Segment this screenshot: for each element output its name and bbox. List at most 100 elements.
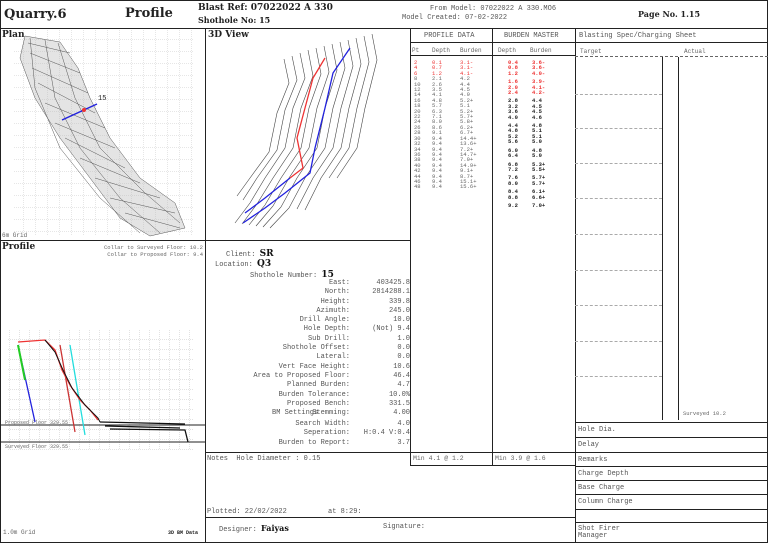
bm-settings-title: BM Settings	[272, 409, 319, 417]
info-field-label: Planned Burden:	[286, 381, 350, 390]
burden-master-min: Min 3.9 @ 1.6	[495, 455, 546, 462]
bm-field: Seperation: H:0.4 V:0.4	[205, 429, 410, 438]
burden-master-row: 5.6 5.0	[508, 139, 545, 145]
notes-text: Hole Diameter : 0.15	[236, 455, 321, 463]
spec-row-label: Hole Dia.	[578, 426, 616, 434]
info-field: Hole Depth: (Not) 9.4	[205, 325, 410, 334]
bm-field-label: Burden to Report:	[278, 438, 350, 447]
plan-grid-label: 6m Grid	[2, 232, 28, 239]
bm-header-burden: Burden	[530, 47, 552, 54]
burden-master-row: 1.2 4.0-	[508, 69, 546, 77]
shothole-fields: East: 403425.8 North: 2814288.1 Height: 339.8…	[205, 279, 410, 418]
bm-burden: 4.0-	[532, 69, 546, 77]
bm-burden: 4.6	[532, 113, 542, 121]
plan-hole-label: 15	[98, 95, 107, 103]
bm-depth: 1.2	[508, 69, 518, 77]
bm-depth: 7.2	[508, 165, 518, 173]
info-field-label: Vert Face Height:	[278, 362, 350, 371]
bm-burden: 5.5+	[532, 165, 546, 173]
burden-master-row: 4.0 4.6	[508, 113, 545, 121]
spec-row-label: Base Charge	[578, 484, 625, 492]
info-field-label: Lateral:	[316, 353, 350, 362]
info-field-value: 0.0	[397, 344, 410, 353]
info-field: Burden Tolerance: 10.0%	[205, 391, 410, 400]
spec-row-blank[interactable]	[575, 509, 768, 522]
bm-burden: 6.6+	[532, 193, 546, 201]
bm-depth: 2.4	[508, 89, 518, 97]
info-field-label: Azimuth:	[316, 306, 350, 315]
plan-drawing	[14, 30, 194, 237]
info-field-value: 339.8	[388, 297, 410, 306]
spec-row-remarks[interactable]: Remarks	[575, 452, 768, 467]
bm-field-value: H:0.4 V:0.4	[363, 429, 410, 438]
location-label: Location:	[215, 261, 253, 269]
info-field-label: Area to Proposed Floor:	[253, 371, 350, 380]
burden-master-table: 0.4 3.6- 0.8 3.6- 1.2 4.0- 1.6 3.9- 2.0 4.1- 2.4 4.…	[508, 60, 546, 209]
info-field-label: East:	[328, 279, 350, 287]
bm-data-label: 3D BM Data	[168, 530, 199, 536]
info-field: Area to Proposed Floor: 46.4	[205, 372, 410, 381]
info-field: Sub Drill: 1.0	[205, 335, 410, 344]
info-field: Planned Burden: 4.7	[205, 381, 410, 390]
bm-depth: 9.2	[508, 201, 518, 209]
shothole-label: Shothole No:	[198, 15, 257, 25]
info-field-label: Drill Angle:	[299, 316, 350, 325]
burden-master-title: BURDEN MASTER	[504, 32, 559, 40]
info-field: North: 2814288.1	[205, 288, 410, 297]
profile-data-table: 2 0.1 3.1- 4 0.7 3.1- 6 1.2 4.1- 8 2.1 4.2 10 2.6 4.4 1…	[414, 60, 477, 190]
bm-burden: 7.0+	[532, 201, 546, 209]
info-field: East: 403425.8	[205, 279, 410, 288]
spec-row-label: Column Charge	[578, 498, 633, 506]
spec-row-charge-depth[interactable]: Charge Depth	[575, 466, 768, 481]
profile-title: Profile	[2, 242, 36, 252]
info-field-label: North:	[324, 288, 350, 297]
info-field: Proposed Bench: 331.5	[205, 400, 410, 409]
proposed-floor-label: Proposed Floor 329.55	[5, 420, 69, 426]
pd-pt: 48	[414, 183, 421, 191]
pd-header-depth: Depth	[432, 47, 451, 54]
spec-row-column-charge[interactable]: Column Charge	[575, 494, 768, 509]
info-field-value: 4.7	[397, 381, 410, 390]
3d-view-drawing	[234, 33, 378, 229]
burden-master-row: 2.4 4.2-	[508, 89, 546, 97]
bm-depth: 6.4	[508, 152, 518, 160]
info-field: Drill Angle: 10.0	[205, 316, 410, 325]
burden-master-row: 6.4 5.0	[508, 152, 545, 160]
info-field-value: (Not) 9.4	[372, 325, 410, 334]
info-field-value: 0.0	[397, 353, 410, 362]
model-created: Model Created: 07-02-2022	[402, 14, 508, 22]
info-field-value: 10.6	[393, 362, 410, 371]
page-label: Page No.	[638, 9, 678, 19]
spec-row-base-charge[interactable]: Base Charge	[575, 480, 768, 495]
spec-row-label: Charge Depth	[578, 470, 629, 478]
pd-header-pt: Pt	[412, 47, 420, 54]
pd-burden: 15.6+	[460, 183, 477, 191]
info-field-value: 403425.8	[376, 279, 410, 287]
spec-row-shot-firer[interactable]: Shot Firer Manager	[575, 522, 635, 543]
bm-burden: 5.7+	[532, 179, 546, 187]
bm-settings-fields: Search Width: 4.0 Seperation: H:0.4 V:0.4 Bu…	[205, 420, 410, 448]
bm-field-value: 4.0	[397, 420, 410, 428]
info-field-label: Sub Drill:	[307, 334, 350, 343]
page-number: 1.15	[680, 9, 701, 19]
bm-field-value: 3.7	[397, 438, 410, 447]
info-field: Shothole Offset: 0.0	[205, 344, 410, 353]
info-field-label: Burden Tolerance:	[278, 390, 350, 399]
burden-master-row: 9.2 7.0+	[508, 201, 546, 209]
spec-surveyed: Surveyed 10.2	[683, 410, 726, 417]
spec-row-hole-dia[interactable]: Hole Dia.	[575, 422, 768, 437]
bm-depth: 4.0	[508, 113, 518, 121]
bm-field: Search Width: 4.0	[205, 420, 410, 429]
spec-actual-header: Actual	[684, 48, 706, 55]
bm-burden: 4.2-	[532, 89, 546, 97]
bm-field: Burden to Report: 3.7	[205, 439, 410, 448]
shothole-number: 15	[259, 15, 271, 25]
bm-field-label: Search Width:	[295, 420, 350, 428]
info-field-label: Height:	[320, 297, 350, 306]
client-label: Client:	[226, 251, 256, 259]
info-field: Lateral: 0.0	[205, 353, 410, 362]
site-name: Quarry.6	[4, 7, 67, 22]
info-field-value: 46.4	[393, 371, 410, 380]
location-value: Q3	[257, 259, 272, 269]
spec-row-delay[interactable]: Delay	[575, 437, 768, 452]
